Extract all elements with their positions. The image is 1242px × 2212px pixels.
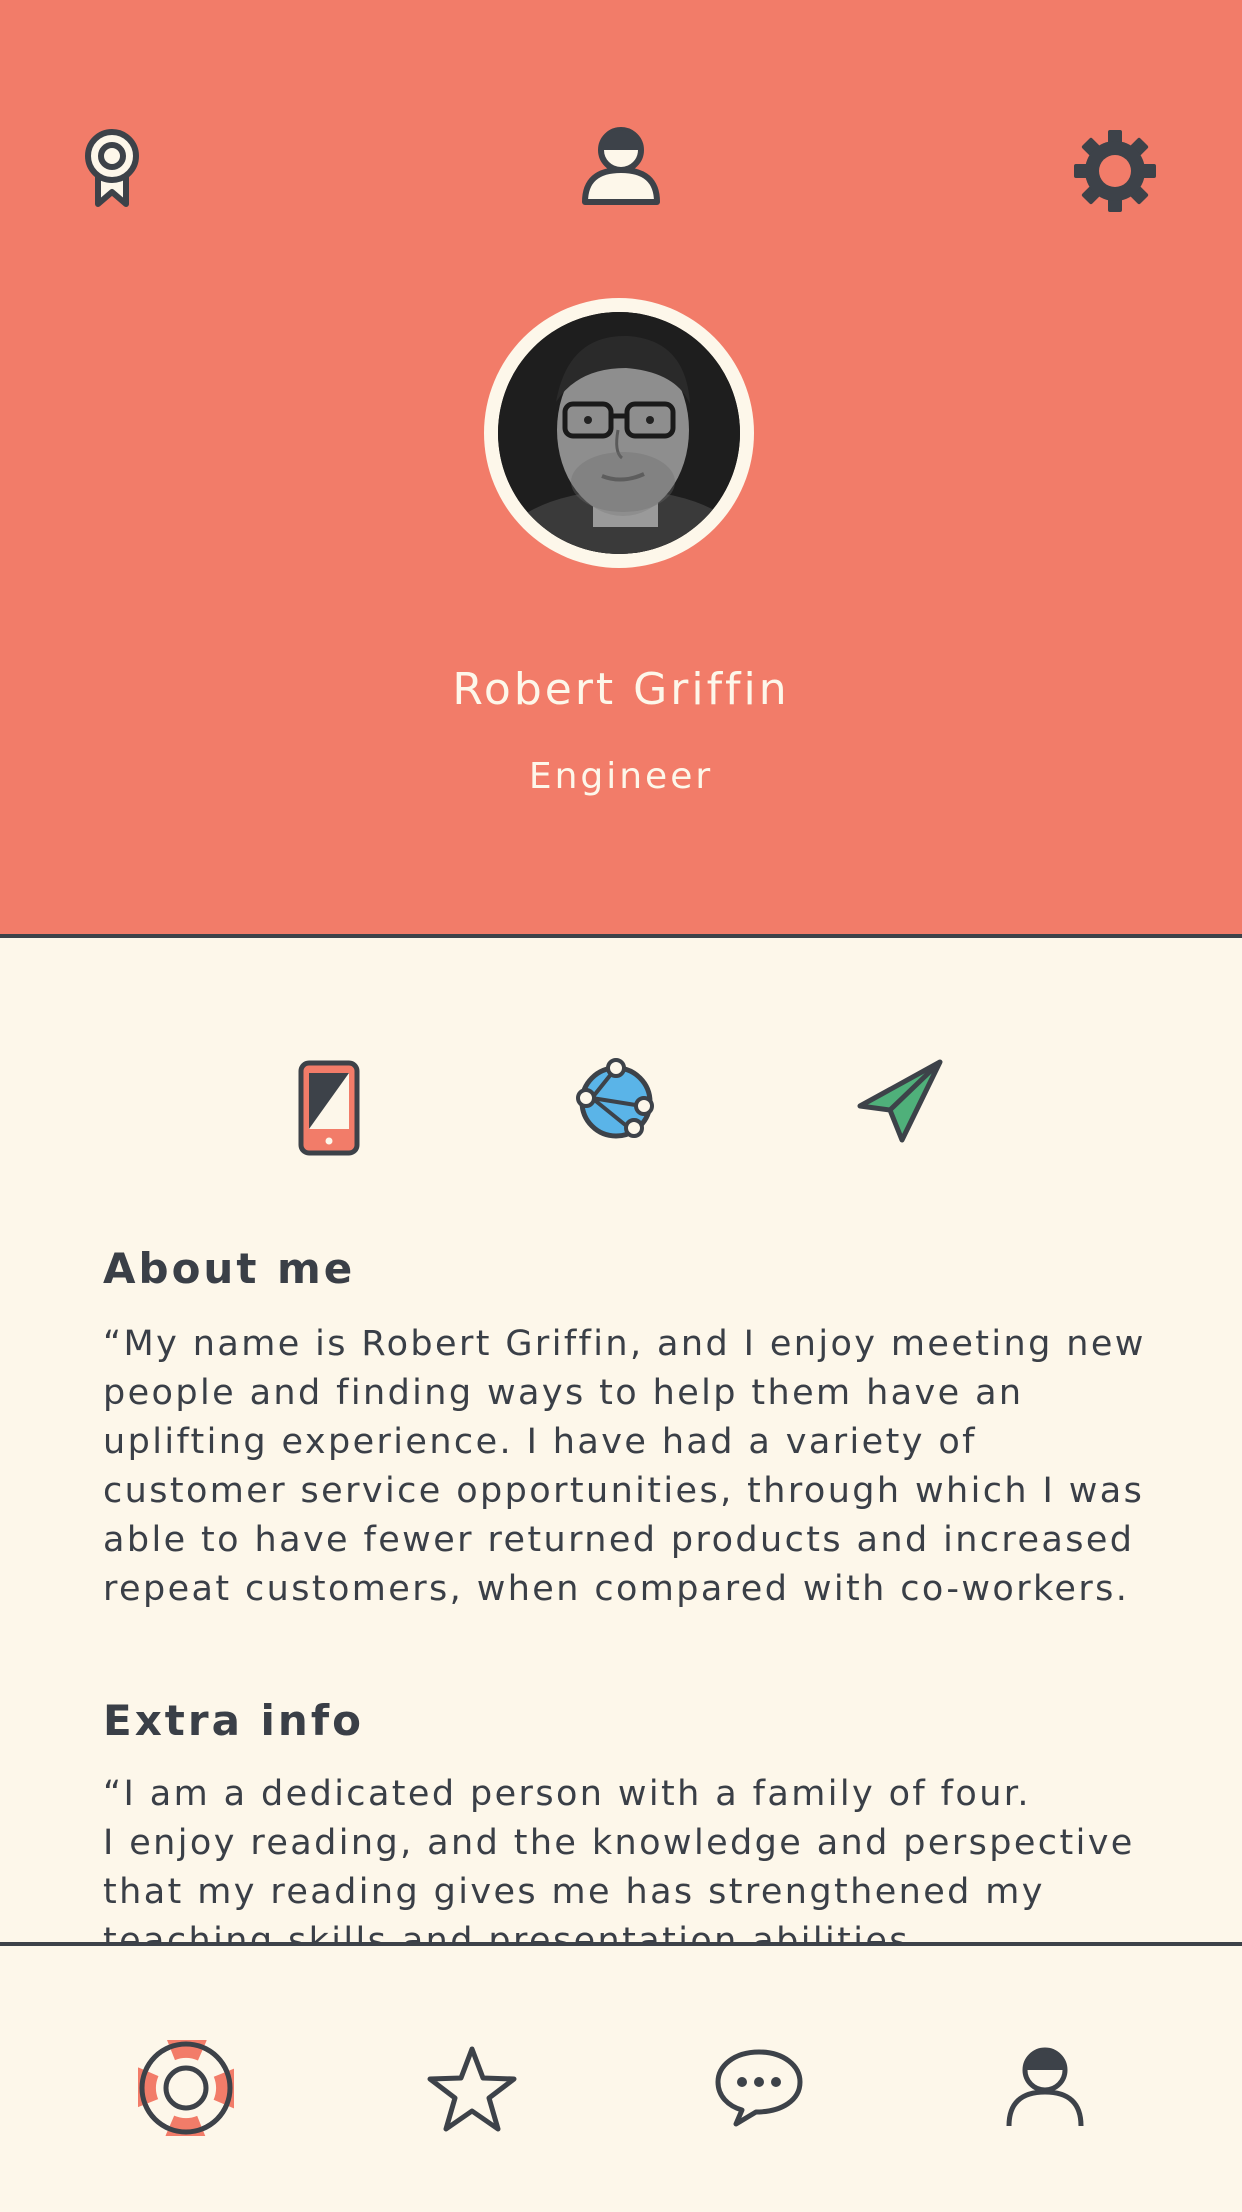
settings-gear-icon[interactable] [1072,128,1158,214]
avatar[interactable] [484,298,754,568]
extra-info-text: “I am a dedicated person with a family o… [103,1774,1135,1944]
profile-name: Robert Griffin [452,664,790,715]
send-paper-plane-icon[interactable] [856,1058,946,1144]
award-ribbon-icon[interactable] [82,128,142,208]
profile-role: Engineer [528,756,714,797]
bottom-tab-bar [0,1942,1242,2212]
user-icon[interactable] [580,126,662,206]
about-title: About me [103,1244,356,1293]
lifebuoy-help-icon[interactable] [138,2040,234,2136]
network-globe-icon[interactable] [572,1058,658,1142]
profile-photo [498,312,740,554]
phone-icon[interactable] [298,1060,360,1156]
chat-bubble-icon[interactable] [714,2046,804,2128]
about-text: “My name is Robert Griffin, and I enjoy … [103,1324,1146,1609]
profile-user-icon[interactable] [1004,2044,1086,2130]
profile-header: Robert Griffin Engineer [0,0,1242,938]
profile-content[interactable]: About me “My name is Robert Griffin, and… [0,938,1242,1944]
star-favorites-icon[interactable] [426,2044,518,2134]
extra-info-title: Extra info [103,1696,364,1745]
